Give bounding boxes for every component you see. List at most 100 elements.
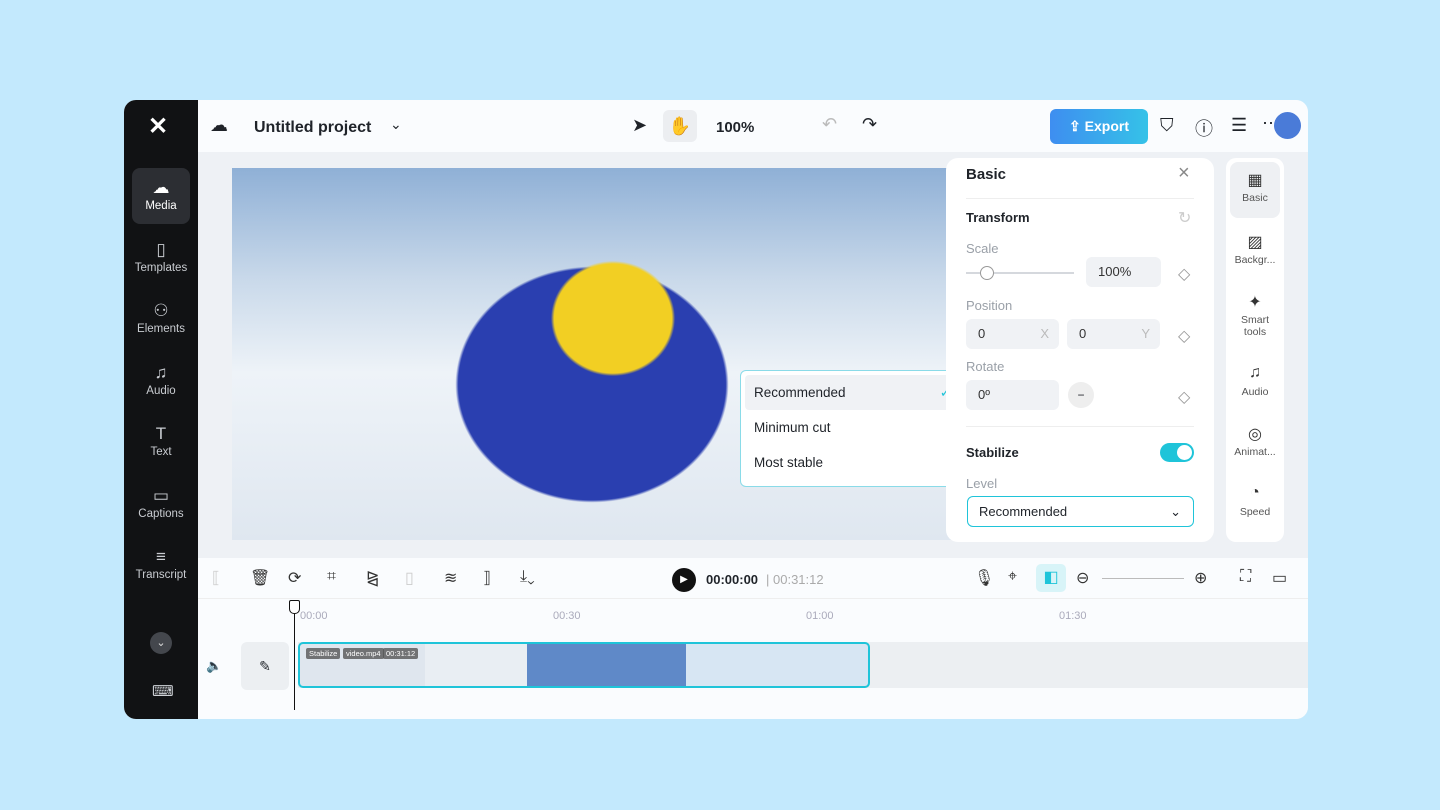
split-icon[interactable]: ⟦ xyxy=(212,568,220,588)
feedback-icon[interactable]: ▭ xyxy=(1272,568,1287,588)
position-label: Position xyxy=(966,298,1013,313)
magnet-icon[interactable]: ◧ xyxy=(1036,564,1066,592)
sidebar-item-captions[interactable]: ▭ Captions xyxy=(132,476,190,532)
music-icon: ♫ xyxy=(1249,364,1261,381)
play-button[interactable]: ▶ xyxy=(672,568,696,592)
option-most-stable[interactable]: Most stable xyxy=(745,445,961,480)
microphone-icon[interactable]: 🎙 xyxy=(974,568,994,588)
chevron-down-icon: ⌄ xyxy=(1170,504,1181,519)
volume-icon[interactable]: 🔈 xyxy=(206,658,222,674)
clip-tag: Stabilize xyxy=(306,648,341,659)
elements-icon: ⚇ xyxy=(153,301,169,320)
tab-audio[interactable]: ♫ Audio xyxy=(1230,356,1280,412)
sidebar-item-text[interactable]: T Text xyxy=(132,414,190,470)
scale-slider[interactable] xyxy=(966,266,1074,280)
avatar[interactable] xyxy=(1274,112,1301,139)
app-window: ✕ ☁ Media ▯ Templates ⚇ Elements ♫ Audio T Te… xyxy=(124,100,1308,719)
time-tick: 00:30 xyxy=(553,610,581,622)
fullscreen-icon[interactable]: ⛶ xyxy=(1240,568,1251,586)
keyframe-icon[interactable]: ◇ xyxy=(1178,387,1190,407)
timeline-zoom-slider[interactable] xyxy=(1102,578,1184,579)
project-title[interactable]: Untitled project xyxy=(254,119,371,137)
redo-icon[interactable]: ↷ xyxy=(862,114,877,135)
tab-speed[interactable]: ◔ Speed xyxy=(1230,476,1280,532)
transcript-icon: ≡ xyxy=(156,547,166,566)
cloud-upload-icon: ☁ xyxy=(152,178,170,197)
level-select[interactable]: Recommended ⌄ xyxy=(967,496,1194,527)
freeze-icon[interactable]: ▯ xyxy=(405,568,414,588)
flip-icon[interactable]: ⧎ xyxy=(366,568,379,588)
export-button[interactable]: ⇪ Export xyxy=(1050,109,1148,144)
undo-icon[interactable]: ↶ xyxy=(822,114,837,135)
playhead-handle[interactable] xyxy=(289,600,300,614)
option-minimum-cut[interactable]: Minimum cut xyxy=(745,410,961,445)
skier-image xyxy=(382,203,802,533)
edit-cover-button[interactable]: ✎ xyxy=(241,642,289,690)
help-icon[interactable]: ⓘ xyxy=(1195,115,1213,141)
capcut-logo: ✕ xyxy=(148,113,169,140)
sidebar-item-audio[interactable]: ♫ Audio xyxy=(132,353,190,409)
tab-label: Smart tools xyxy=(1240,314,1269,338)
templates-icon: ▯ xyxy=(156,240,166,259)
replay-icon[interactable]: ⟳ xyxy=(288,568,301,588)
stabilize-toggle[interactable] xyxy=(1160,443,1194,462)
export-label: Export xyxy=(1084,118,1129,134)
playhead[interactable] xyxy=(294,600,295,710)
tab-animation[interactable]: ◎ Animat... xyxy=(1230,416,1280,472)
animation-icon: ◎ xyxy=(1248,426,1262,443)
keyframe-icon[interactable]: ◇ xyxy=(1178,326,1190,346)
sidebar-item-templates[interactable]: ▯ Templates xyxy=(132,230,190,286)
current-time: 00:00:00 xyxy=(706,572,759,587)
shield-icon[interactable]: ⛉ xyxy=(1160,115,1174,136)
pos-y-value: 0 xyxy=(1079,326,1087,341)
speed-icon: ◔ xyxy=(1250,484,1260,501)
video-clip[interactable]: Stabilize video.mp4 00:31:12 xyxy=(298,642,870,688)
layers-icon[interactable]: ☰ xyxy=(1231,115,1247,136)
tab-basic[interactable]: ▦ Basic xyxy=(1230,162,1280,218)
hand-tool-icon[interactable]: ✋ xyxy=(663,110,697,142)
close-icon[interactable]: × xyxy=(1178,162,1190,185)
sidebar-item-label: Audio xyxy=(146,385,176,397)
sidebar-item-elements[interactable]: ⚇ Elements xyxy=(132,291,190,347)
tab-label: Audio xyxy=(1241,386,1269,398)
tab-label: Speed xyxy=(1239,506,1271,518)
select-pointer-icon[interactable]: ➤ xyxy=(632,115,647,136)
basic-panel: Basic × Transform ↻ Scale 100% ◇ Positio… xyxy=(946,158,1214,542)
position-y-input[interactable]: 0Y xyxy=(1067,319,1160,349)
reset-icon[interactable]: ↻ xyxy=(1178,208,1191,228)
chevron-down-icon[interactable]: ⌄ xyxy=(390,116,402,133)
download-icon[interactable]: ⤓⌄ xyxy=(520,568,535,586)
expand-more-button[interactable]: ⌄ xyxy=(150,632,172,654)
crop-icon[interactable]: ⌗ xyxy=(327,568,336,586)
panel-title: Basic xyxy=(966,166,1007,183)
position-x-input[interactable]: 0X xyxy=(966,319,1059,349)
scale-input[interactable]: 100% xyxy=(1086,257,1161,287)
sidebar-item-label: Captions xyxy=(138,508,184,520)
sidebar-item-transcript[interactable]: ≡ Transcript xyxy=(132,537,190,593)
rotate-input[interactable]: 0º xyxy=(966,380,1059,410)
sidebar-item-label: Elements xyxy=(137,323,185,335)
transcript-cut-icon[interactable]: ≋ xyxy=(444,568,457,588)
tab-background[interactable]: ▨ Backgr... xyxy=(1230,224,1280,280)
music-icon: ♫ xyxy=(154,363,168,382)
sidebar-item-media[interactable]: ☁ Media xyxy=(132,168,190,224)
y-unit: Y xyxy=(1141,326,1150,341)
option-label: Recommended xyxy=(754,385,846,400)
sidebar-item-label: Text xyxy=(150,446,172,458)
sidebar: ✕ ☁ Media ▯ Templates ⚇ Elements ♫ Audio T Te… xyxy=(124,100,198,719)
zoom-out-icon[interactable]: ⊖ xyxy=(1076,568,1089,588)
stabilize-label: Stabilize xyxy=(966,445,1019,460)
time-tick: 01:30 xyxy=(1059,610,1087,622)
zoom-level[interactable]: 100% xyxy=(716,119,754,136)
tab-smart-tools[interactable]: ✦ Smart tools xyxy=(1230,284,1280,340)
delete-icon[interactable]: 🗑 xyxy=(250,568,270,588)
smart-split-icon[interactable]: ⟧ xyxy=(483,568,491,588)
keyboard-icon[interactable]: ⌨ xyxy=(152,682,174,700)
rotate-dial[interactable]: − xyxy=(1068,382,1094,408)
film-icon: ▦ xyxy=(1247,172,1263,189)
option-recommended[interactable]: Recommended✓ xyxy=(745,375,961,410)
zoom-in-icon[interactable]: ⊕ xyxy=(1194,568,1207,588)
keyframe-icon[interactable]: ◇ xyxy=(1178,264,1190,284)
stabilize-level-dropdown: Recommended✓ Minimum cut Most stable xyxy=(740,370,966,487)
snap-icon[interactable]: ⌖ xyxy=(1008,568,1017,586)
